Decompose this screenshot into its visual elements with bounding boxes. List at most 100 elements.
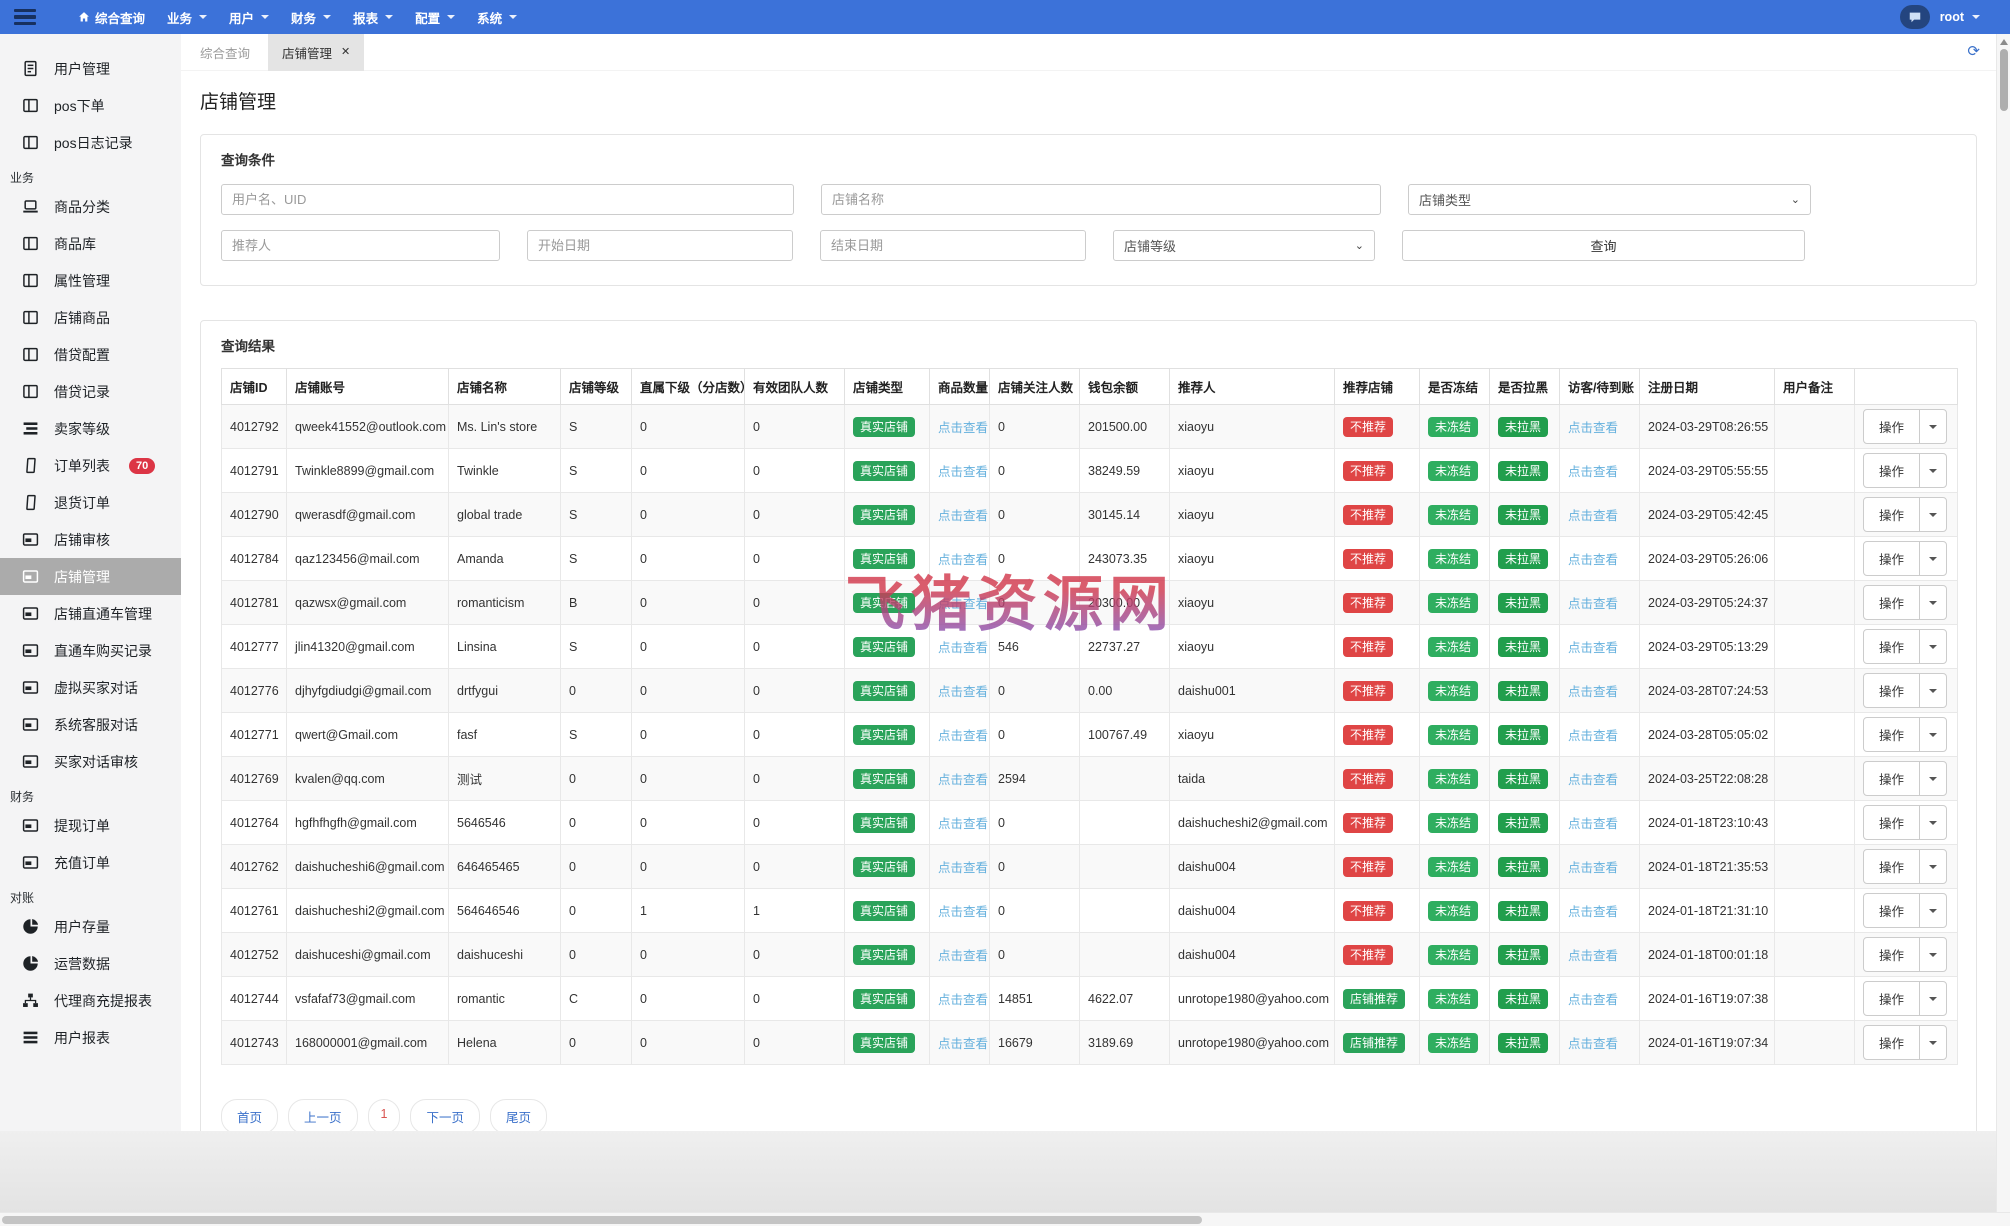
visitor-link[interactable]: 点击查看 xyxy=(1568,421,1618,435)
sidebar-item-代理商充提报表[interactable]: 代理商充提报表 xyxy=(0,982,181,1019)
开始日期-input[interactable] xyxy=(527,230,793,261)
action-button[interactable]: 操作 xyxy=(1864,410,1921,443)
nav-menu-item-7[interactable]: 系统 xyxy=(477,8,518,27)
goods-link[interactable]: 点击查看 xyxy=(938,993,988,1007)
visitor-link[interactable]: 点击查看 xyxy=(1568,509,1618,523)
sidebar-item-虚拟买家对话[interactable]: 虚拟买家对话 xyxy=(0,669,181,706)
goods-link[interactable]: 点击查看 xyxy=(938,685,988,699)
sidebar-item-借贷记录[interactable]: 借贷记录 xyxy=(0,373,181,410)
action-button[interactable]: 操作 xyxy=(1864,894,1921,927)
page-button-上一页[interactable]: 上一页 xyxy=(288,1099,358,1134)
结束日期-input[interactable] xyxy=(820,230,1086,261)
goods-link[interactable]: 点击查看 xyxy=(938,861,988,875)
sidebar-item-系统客服对话[interactable]: 系统客服对话 xyxy=(0,706,181,743)
action-dropdown-toggle[interactable] xyxy=(1920,454,1946,487)
sidebar-item-店铺管理[interactable]: 店铺管理 xyxy=(0,558,181,595)
goods-link[interactable]: 点击查看 xyxy=(938,729,988,743)
用户名、UID-input[interactable] xyxy=(221,184,794,215)
action-button[interactable]: 操作 xyxy=(1864,850,1921,883)
nav-menu-item-5[interactable]: 报表 xyxy=(353,8,394,27)
visitor-link[interactable]: 点击查看 xyxy=(1568,641,1618,655)
visitor-link[interactable]: 点击查看 xyxy=(1568,905,1618,919)
sidebar-item-属性管理[interactable]: 属性管理 xyxy=(0,262,181,299)
action-button[interactable]: 操作 xyxy=(1864,1026,1921,1059)
goods-link[interactable]: 点击查看 xyxy=(938,509,988,523)
推荐人-input[interactable] xyxy=(221,230,500,261)
nav-menu-item-1[interactable]: 综合查询 xyxy=(78,8,145,27)
search-button[interactable]: 查询 xyxy=(1402,230,1805,261)
sidebar-item-订单列表[interactable]: 订单列表 70 xyxy=(0,447,181,484)
visitor-link[interactable]: 点击查看 xyxy=(1568,817,1618,831)
visitor-link[interactable]: 点击查看 xyxy=(1568,993,1618,1007)
page-button-尾页[interactable]: 尾页 xyxy=(490,1099,548,1134)
sidebar-item-借贷配置[interactable]: 借贷配置 xyxy=(0,336,181,373)
sidebar-item-店铺直通车管理[interactable]: 店铺直通车管理 xyxy=(0,595,181,632)
sidebar-item-店铺商品[interactable]: 店铺商品 xyxy=(0,299,181,336)
sidebar-item-用户存量[interactable]: 用户存量 xyxy=(0,908,181,945)
nav-menu-item-6[interactable]: 配置 xyxy=(415,8,456,27)
sidebar-item-商品分类[interactable]: 商品分类 xyxy=(0,188,181,225)
sidebar-item-商品库[interactable]: 商品库 xyxy=(0,225,181,262)
sidebar-item-店铺审核[interactable]: 店铺审核 xyxy=(0,521,181,558)
visitor-link[interactable]: 点击查看 xyxy=(1568,1037,1618,1051)
tab-店铺管理[interactable]: 店铺管理 ✕ xyxy=(268,33,365,71)
action-button[interactable]: 操作 xyxy=(1864,762,1921,795)
sidebar-item-pos日志记录[interactable]: pos日志记录 xyxy=(0,124,181,161)
店铺等级-select[interactable]: 店铺等级 ⌄ xyxy=(1113,230,1375,261)
action-dropdown-toggle[interactable] xyxy=(1920,542,1946,575)
goods-link[interactable]: 点击查看 xyxy=(938,1037,988,1051)
店铺名称-input[interactable] xyxy=(821,184,1381,215)
action-dropdown-toggle[interactable] xyxy=(1920,1026,1946,1059)
hamburger-icon[interactable] xyxy=(14,8,36,26)
visitor-link[interactable]: 点击查看 xyxy=(1568,465,1618,479)
action-button[interactable]: 操作 xyxy=(1864,806,1921,839)
goods-link[interactable]: 点击查看 xyxy=(938,905,988,919)
action-dropdown-toggle[interactable] xyxy=(1920,718,1946,751)
goods-link[interactable]: 点击查看 xyxy=(938,421,988,435)
sidebar-item-卖家等级[interactable]: 卖家等级 xyxy=(0,410,181,447)
visitor-link[interactable]: 点击查看 xyxy=(1568,553,1618,567)
sidebar-item-运营数据[interactable]: 运营数据 xyxy=(0,945,181,982)
nav-menu-item-3[interactable]: 用户 xyxy=(229,8,270,27)
page-button-首页[interactable]: 首页 xyxy=(221,1099,279,1134)
sidebar-item-退货订单[interactable]: 退货订单 xyxy=(0,484,181,521)
visitor-link[interactable]: 点击查看 xyxy=(1568,773,1618,787)
visitor-link[interactable]: 点击查看 xyxy=(1568,861,1618,875)
goods-link[interactable]: 点击查看 xyxy=(938,949,988,963)
goods-link[interactable]: 点击查看 xyxy=(938,465,988,479)
action-button[interactable]: 操作 xyxy=(1864,586,1921,619)
sidebar-item-买家对话审核[interactable]: 买家对话审核 xyxy=(0,743,181,780)
action-button[interactable]: 操作 xyxy=(1864,938,1921,971)
goods-link[interactable]: 点击查看 xyxy=(938,597,988,611)
sidebar-item-提现订单[interactable]: 提现订单 xyxy=(0,807,181,844)
action-button[interactable]: 操作 xyxy=(1864,674,1921,707)
scroll-up-arrow-icon[interactable] xyxy=(1999,39,2008,45)
user-menu[interactable]: root xyxy=(1940,10,1980,24)
refresh-icon[interactable]: ⟳ xyxy=(1967,42,1980,60)
action-button[interactable]: 操作 xyxy=(1864,454,1921,487)
goods-link[interactable]: 点击查看 xyxy=(938,817,988,831)
horizontal-scrollbar[interactable] xyxy=(0,1212,2010,1226)
visitor-link[interactable]: 点击查看 xyxy=(1568,685,1618,699)
action-button[interactable]: 操作 xyxy=(1864,542,1921,575)
action-button[interactable]: 操作 xyxy=(1864,982,1921,1015)
goods-link[interactable]: 点击查看 xyxy=(938,641,988,655)
page-button-1[interactable]: 1 xyxy=(367,1099,401,1134)
visitor-link[interactable]: 点击查看 xyxy=(1568,597,1618,611)
action-dropdown-toggle[interactable] xyxy=(1920,806,1946,839)
action-dropdown-toggle[interactable] xyxy=(1920,410,1946,443)
close-icon[interactable]: ✕ xyxy=(341,46,350,58)
tab-综合查询[interactable]: 综合查询 xyxy=(200,43,250,62)
goods-link[interactable]: 点击查看 xyxy=(938,553,988,567)
sidebar-item-充值订单[interactable]: 充值订单 xyxy=(0,844,181,881)
horizontal-scrollbar-thumb[interactable] xyxy=(2,1216,1202,1224)
chat-button[interactable] xyxy=(1899,5,1930,29)
action-button[interactable]: 操作 xyxy=(1864,498,1921,531)
action-dropdown-toggle[interactable] xyxy=(1920,586,1946,619)
店铺类型-select[interactable]: 店铺类型 ⌄ xyxy=(1408,184,1811,215)
action-button[interactable]: 操作 xyxy=(1864,630,1921,663)
vertical-scrollbar-thumb[interactable] xyxy=(1999,49,2008,111)
sidebar-item-pos下单[interactable]: pos下单 xyxy=(0,87,181,124)
action-dropdown-toggle[interactable] xyxy=(1920,498,1946,531)
action-dropdown-toggle[interactable] xyxy=(1920,674,1946,707)
